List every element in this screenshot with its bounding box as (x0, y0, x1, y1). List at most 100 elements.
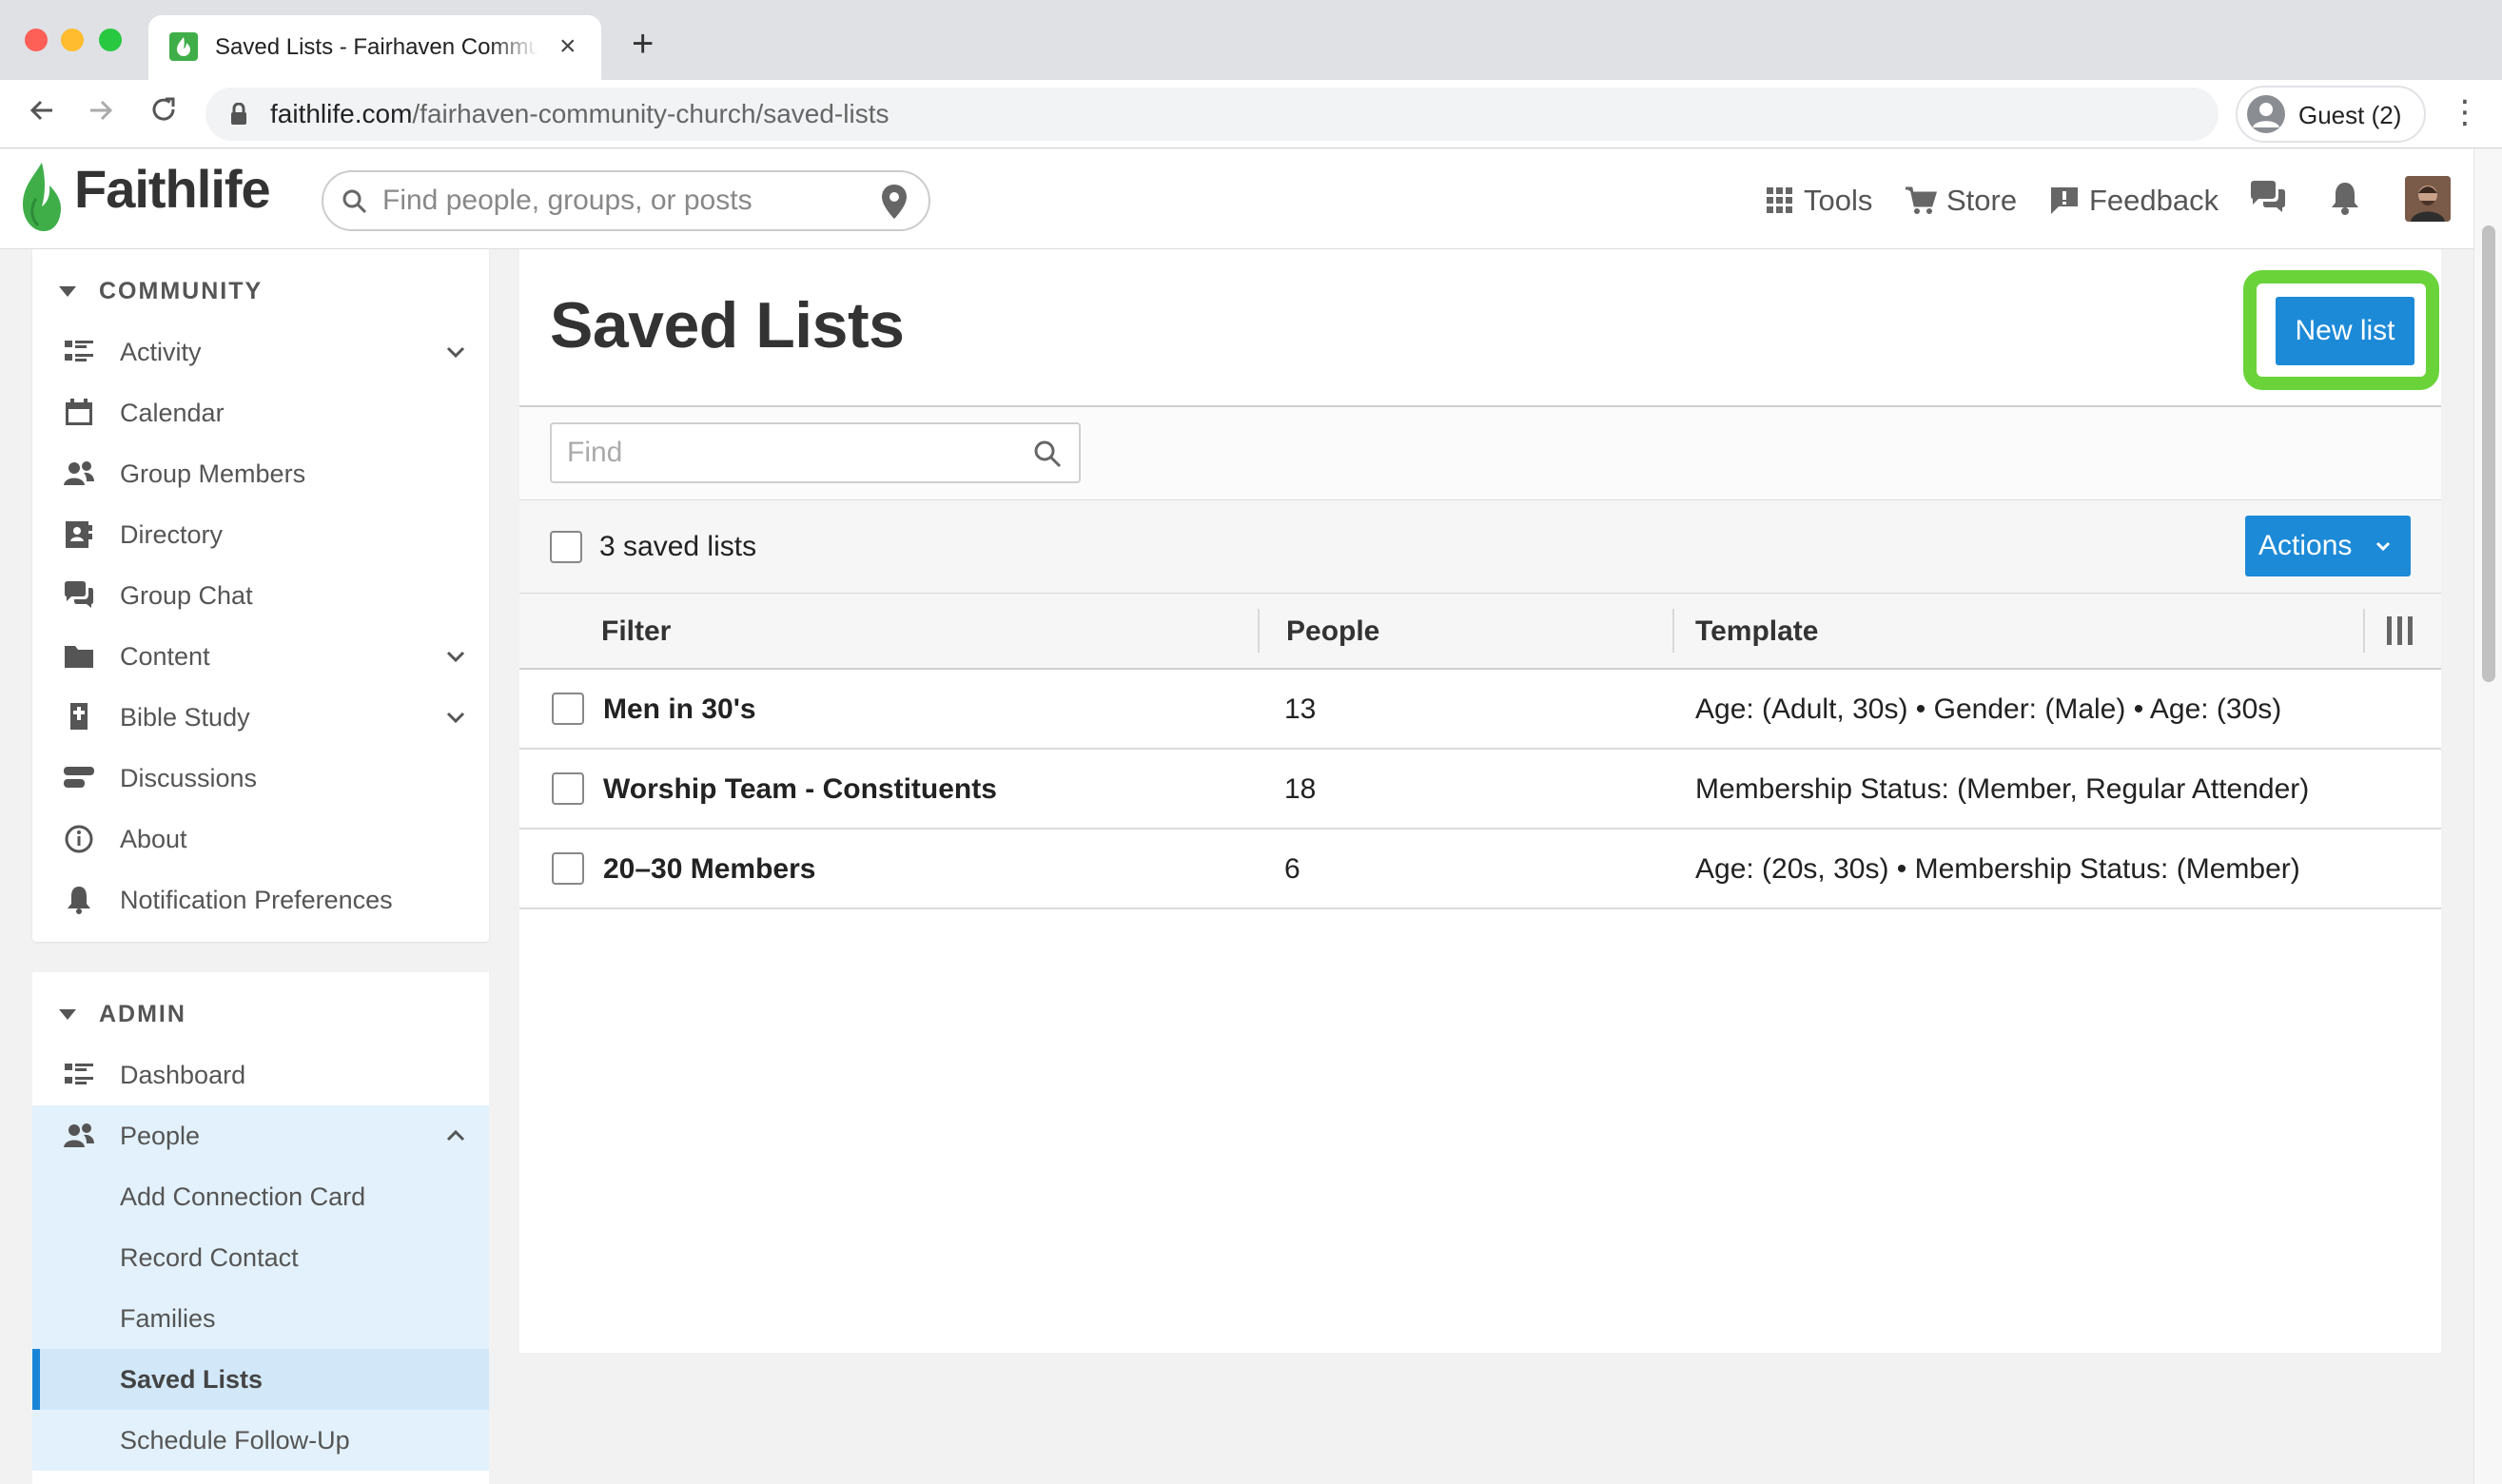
sidebar-item-add-connection-card[interactable]: Add Connection Card (32, 1166, 489, 1227)
template-text: Age: (20s, 30s) • Membership Status: (Me… (1695, 853, 2300, 885)
saved-lists-count: 3 saved lists (599, 531, 757, 562)
minimize-window-button[interactable] (61, 29, 84, 51)
sidebar-item-saved-lists[interactable]: Saved Lists (32, 1349, 489, 1410)
admin-heading[interactable]: ADMIN (59, 995, 186, 1033)
notifications-bell-icon[interactable] (2329, 180, 2361, 216)
close-window-button[interactable] (25, 29, 48, 51)
chevron-down-icon (2375, 541, 2391, 552)
table-row[interactable]: Worship Team - Constituents 18 Membershi… (519, 750, 2441, 830)
faithlife-logo-icon[interactable] (17, 161, 65, 237)
row-checkbox[interactable] (552, 693, 584, 725)
faithlife-favicon-icon (169, 32, 198, 61)
sidebar-item-directory[interactable]: Directory (32, 504, 489, 565)
scrollbar-thumb[interactable] (2482, 225, 2495, 682)
sidebar-item-schedule-follow-up[interactable]: Schedule Follow-Up (32, 1410, 489, 1471)
feedback-link[interactable]: Feedback (2049, 182, 2219, 220)
faithlife-wordmark[interactable]: Faithlife (74, 161, 271, 218)
find-bar (519, 407, 2441, 500)
grid-icon (1767, 187, 1792, 213)
column-divider[interactable] (1672, 609, 1674, 653)
sidebar-item-about[interactable]: About (32, 809, 489, 869)
address-bar[interactable]: faithlife.com/fairhaven-community-church… (205, 88, 2219, 141)
sidebar-item-group-chat[interactable]: Group Chat (32, 565, 489, 626)
table-row[interactable]: Men in 30's 13 Age: (Adult, 30s) • Gende… (519, 670, 2441, 750)
select-all-checkbox[interactable] (550, 531, 582, 563)
browser-menu-icon[interactable]: ⋮ (2449, 93, 2481, 131)
sidebar-item-record-contact[interactable]: Record Contact (32, 1227, 489, 1288)
row-checkbox[interactable] (552, 772, 584, 805)
sidebar-item-dashboard[interactable]: Dashboard (32, 1045, 489, 1105)
new-list-button[interactable]: New list (2276, 297, 2414, 365)
sidebar-item-families[interactable]: Families (32, 1288, 489, 1349)
sidebar-item-discussions[interactable]: Discussions (32, 748, 489, 809)
search-icon (342, 189, 367, 214)
list-name-link[interactable]: Worship Team - Constituents (603, 772, 997, 807)
browser-tabstrip: Saved Lists - Fairhaven Community Church… (0, 0, 2502, 80)
page-title: Saved Lists (550, 289, 905, 361)
active-item-indicator (32, 1349, 40, 1410)
column-divider[interactable] (1258, 609, 1260, 653)
table-header: Filter People Template (519, 594, 2441, 670)
page-scrollbar[interactable] (2473, 149, 2502, 1484)
back-button[interactable] (19, 91, 65, 137)
profile-label: Guest (2) (2298, 101, 2402, 129)
row-checkbox[interactable] (552, 852, 584, 885)
forward-button[interactable] (78, 91, 124, 137)
list-name-link[interactable]: 20–30 Members (603, 852, 815, 887)
store-link[interactable]: Store (1905, 182, 2017, 220)
column-settings-icon[interactable] (2384, 615, 2416, 647)
calendar-icon (66, 399, 92, 425)
column-divider (2363, 609, 2365, 653)
list-name-link[interactable]: Men in 30's (603, 693, 756, 727)
store-label: Store (1946, 184, 2018, 217)
find-input[interactable] (567, 434, 1014, 472)
messages-icon[interactable] (2249, 180, 2287, 216)
find-field[interactable] (550, 422, 1081, 483)
chevron-down-icon[interactable] (445, 342, 466, 361)
sidebar-item-calendar[interactable]: Calendar (32, 382, 489, 443)
sidebar-item-notification-preferences[interactable]: Notification Preferences (32, 869, 489, 930)
table-row[interactable]: 20–30 Members 6 Age: (20s, 30s) • Member… (519, 830, 2441, 909)
column-header-filter[interactable]: Filter (601, 615, 671, 649)
cart-icon (1906, 186, 1937, 214)
sidebar-item-activity[interactable]: Activity (32, 322, 489, 382)
column-header-template[interactable]: Template (1695, 615, 1818, 649)
collapse-caret-icon (59, 1008, 76, 1020)
info-icon (65, 825, 93, 853)
column-header-people[interactable]: People (1286, 615, 1379, 649)
people-count: 18 (1284, 773, 1317, 805)
user-avatar[interactable] (2405, 176, 2451, 222)
global-search[interactable] (322, 170, 930, 231)
chevron-up-icon[interactable] (445, 1126, 466, 1145)
sidebar-item-bible-study[interactable]: Bible Study (32, 687, 489, 748)
tab-close-icon[interactable]: × (559, 30, 577, 63)
discussions-icon (64, 767, 94, 788)
tools-label: Tools (1804, 184, 1873, 217)
main-panel: Saved Lists New list 3 saved lists Actio… (519, 249, 2441, 1353)
chevron-down-icon[interactable] (445, 708, 466, 727)
search-icon[interactable] (1033, 439, 1062, 468)
maximize-window-button[interactable] (99, 29, 122, 51)
template-text: Membership Status: (Member, Regular Atte… (1695, 773, 2310, 805)
collapse-caret-icon (59, 285, 76, 297)
global-search-input[interactable] (382, 180, 858, 222)
browser-toolbar: faithlife.com/fairhaven-community-church… (0, 80, 2502, 148)
new-tab-button[interactable]: + (632, 25, 654, 63)
actions-button[interactable]: Actions (2245, 516, 2411, 576)
sidebar-item-people[interactable]: People (32, 1105, 489, 1166)
reload-button[interactable] (141, 91, 186, 137)
members-icon (64, 461, 94, 485)
browser-tab[interactable]: Saved Lists - Fairhaven Community Church… (148, 15, 601, 80)
location-pin-icon[interactable] (881, 184, 908, 220)
people-count: 6 (1284, 853, 1300, 885)
folder-icon (65, 646, 93, 668)
profile-button[interactable]: Guest (2) (2236, 86, 2426, 143)
community-heading[interactable]: COMMUNITY (59, 272, 263, 310)
tools-menu[interactable]: Tools (1766, 182, 1872, 220)
sidebar-item-content[interactable]: Content (32, 626, 489, 687)
feedback-label: Feedback (2089, 184, 2219, 217)
chevron-down-icon[interactable] (445, 647, 466, 666)
guest-avatar-icon (2247, 95, 2285, 133)
sidebar-item-group-members[interactable]: Group Members (32, 443, 489, 504)
directory-icon (66, 521, 92, 548)
